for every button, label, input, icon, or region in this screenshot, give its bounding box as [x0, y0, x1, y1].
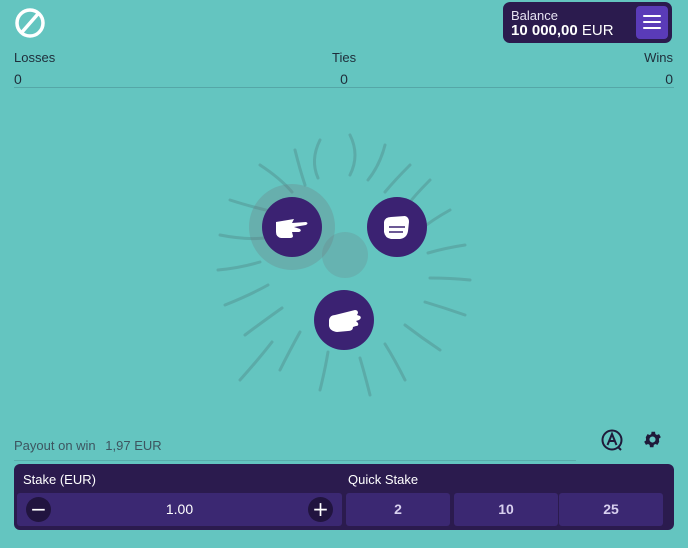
paper-choice-button[interactable] — [314, 290, 374, 350]
losses-score: Losses 0 — [14, 50, 55, 87]
losses-value: 0 — [14, 71, 22, 87]
stake-panel: Stake (EUR) Quick Stake 1.00 − + 2 10 25 — [14, 464, 674, 530]
balance-label: Balance — [511, 8, 558, 23]
losses-label: Losses — [14, 50, 56, 65]
quick-stake-label: Quick Stake — [348, 472, 419, 487]
quick-stake-option[interactable]: 25 — [559, 493, 663, 526]
stake-value[interactable]: 1.00 — [17, 493, 342, 526]
menu-button[interactable] — [636, 6, 668, 39]
quick-stake-option[interactable]: 2 — [346, 493, 450, 526]
gear-icon[interactable] — [642, 429, 663, 450]
balance-value: 10 000,00 EUR — [511, 22, 614, 39]
increase-stake-button[interactable]: + — [308, 497, 333, 522]
center-marker — [322, 232, 368, 278]
payout-divider — [14, 460, 576, 461]
stake-stepper: 1.00 − + — [17, 493, 342, 526]
ties-score: Ties 0 — [332, 50, 356, 87]
balance-currency: EUR — [581, 22, 614, 39]
payout-info: Payout on win 1,97 EUR — [14, 438, 162, 453]
scissors-hand-icon — [276, 219, 308, 238]
wins-value: 0 — [665, 71, 673, 87]
scissors-choice-button[interactable] — [262, 197, 322, 257]
hamburger-menu-icon — [643, 27, 661, 29]
wins-score: Wins 0 — [644, 50, 673, 87]
ties-value: 0 — [340, 71, 348, 87]
balance-panel: Balance 10 000,00 EUR — [503, 2, 672, 43]
wins-label: Wins — [644, 50, 673, 65]
hamburger-menu-icon — [643, 15, 661, 17]
paper-hand-icon — [329, 310, 361, 332]
balance-amount: 10 000,00 — [511, 22, 578, 39]
payout-amount: 1,97 EUR — [105, 438, 162, 453]
hamburger-menu-icon — [643, 21, 661, 23]
ties-label: Ties — [332, 50, 357, 65]
rock-choice-button[interactable] — [367, 197, 427, 257]
quick-stake-option[interactable]: 10 — [454, 493, 558, 526]
rock-fist-icon — [384, 216, 409, 239]
score-divider — [14, 87, 674, 88]
slashed-circle-logo-icon — [15, 8, 45, 38]
stake-label: Stake (EUR) — [23, 472, 96, 487]
payout-label: Payout on win — [14, 438, 96, 453]
decrease-stake-button[interactable]: − — [26, 497, 51, 522]
autoplay-a-icon[interactable] — [600, 428, 624, 452]
